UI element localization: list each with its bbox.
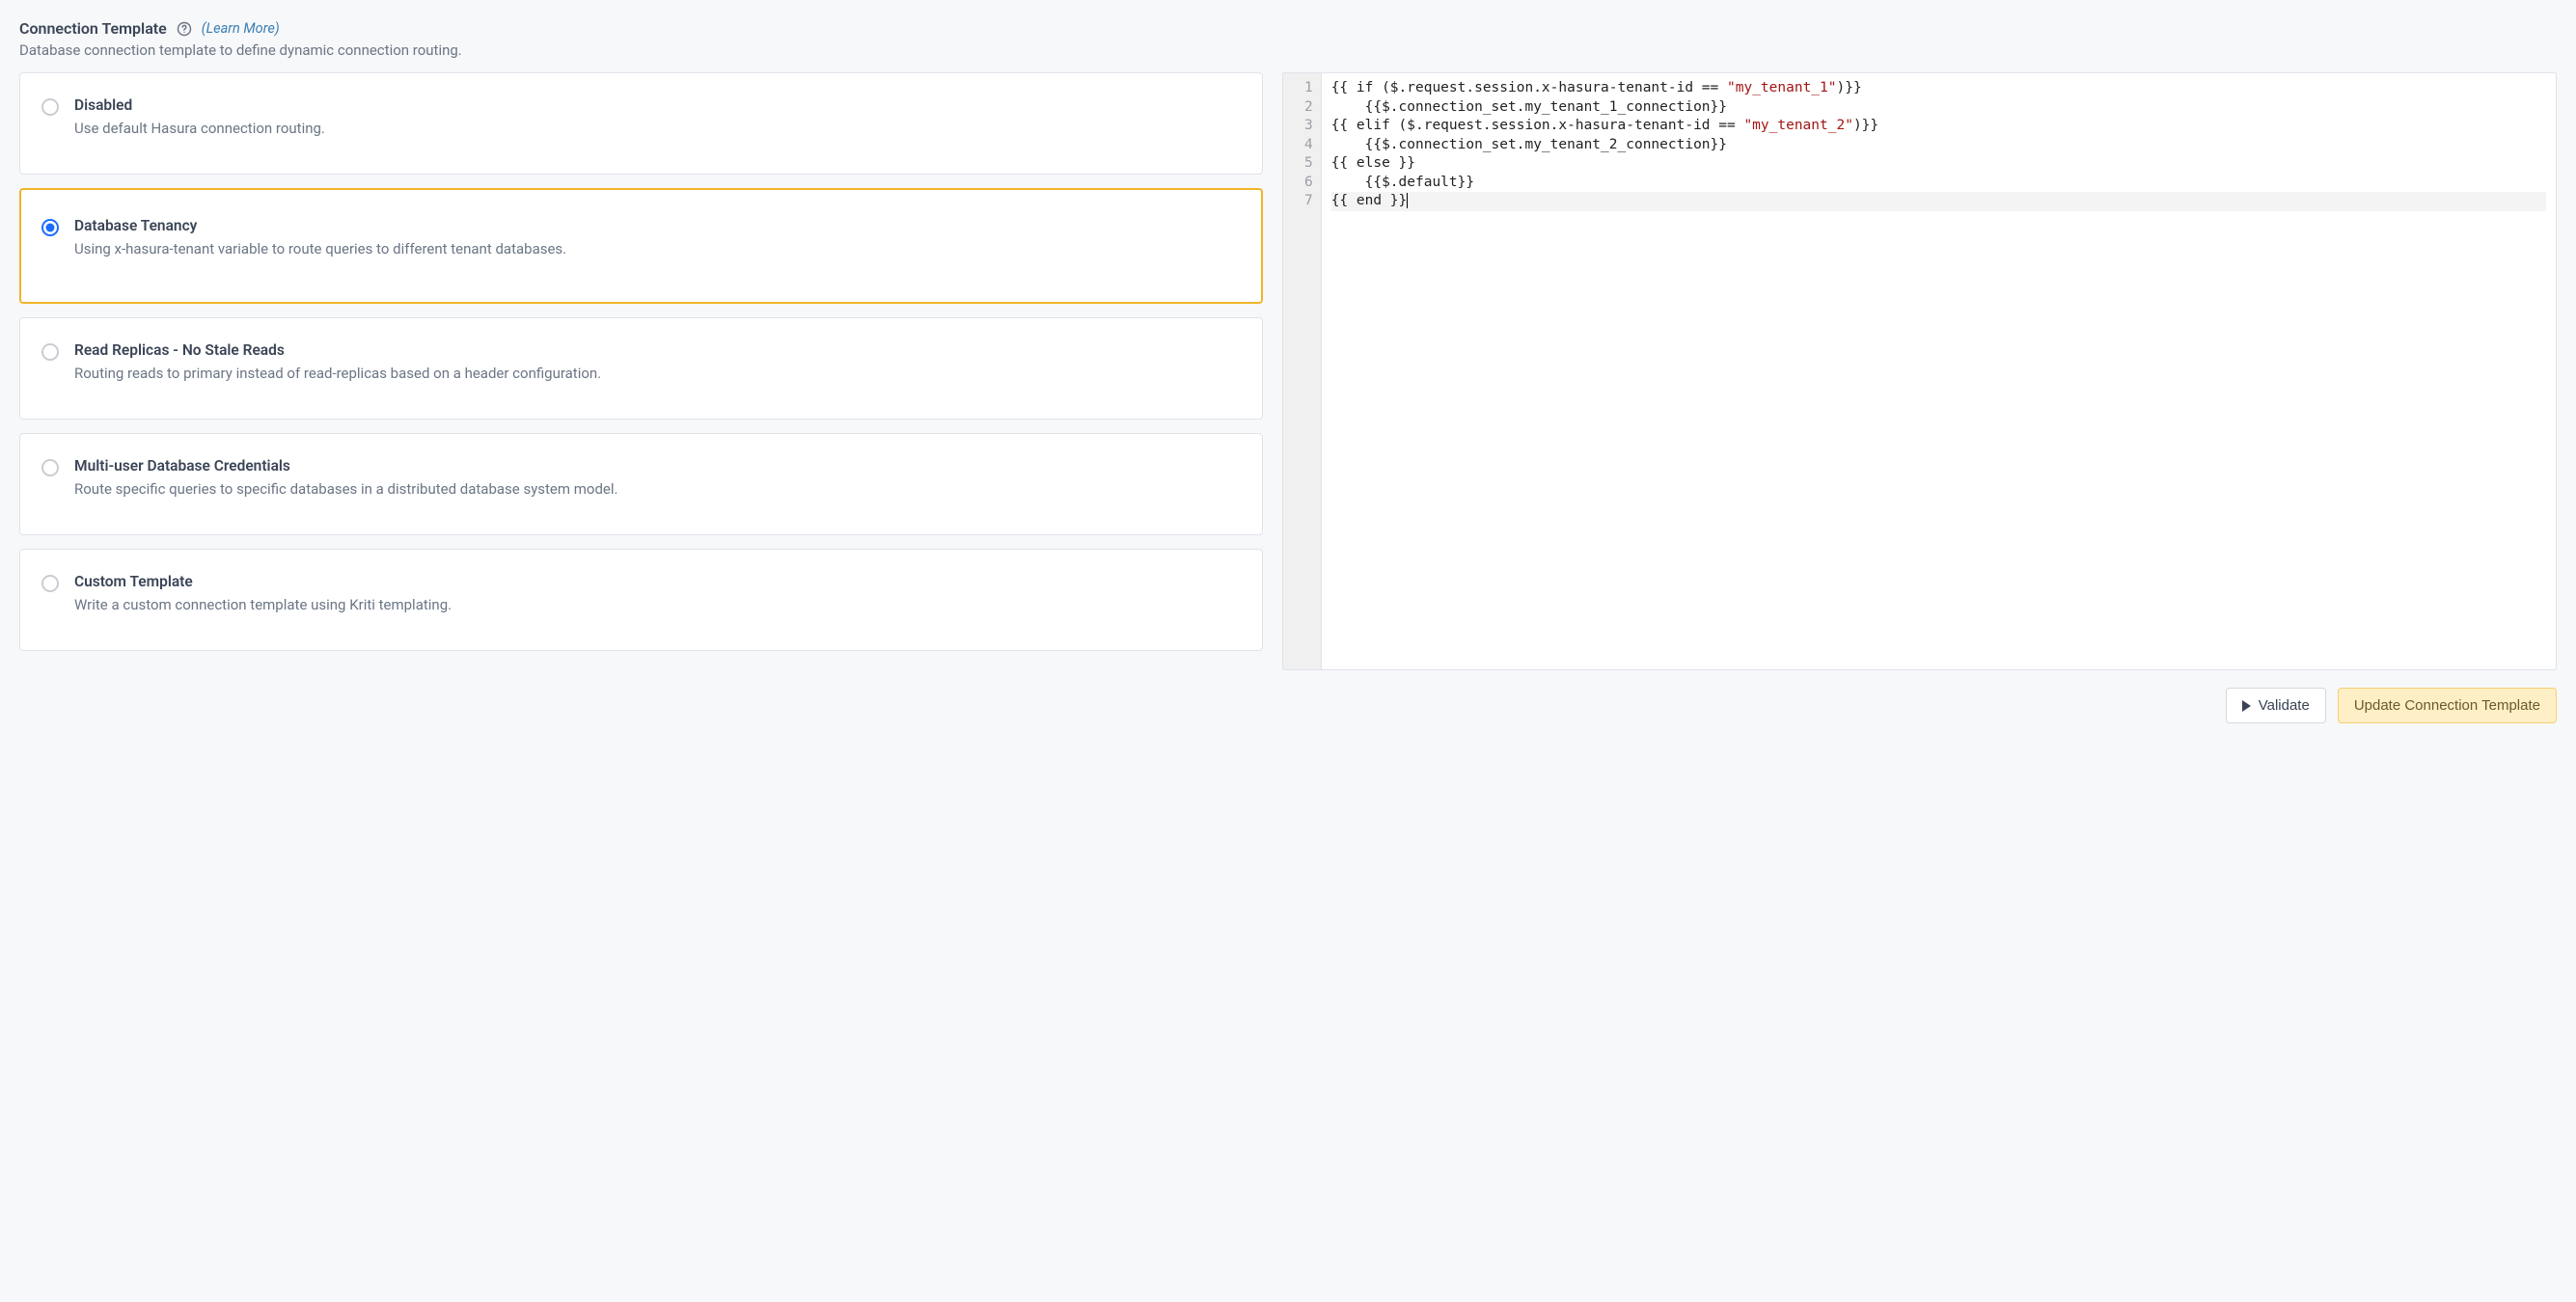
code-line[interactable]: {{ if ($.request.session.x-hasura-tenant… [1331, 79, 2546, 98]
option-title: Multi-user Database Credentials [74, 457, 1241, 475]
option-description: Use default Hasura connection routing. [74, 120, 1241, 137]
option-title: Read Replicas - No Stale Reads [74, 341, 1241, 359]
code-line[interactable]: {{$.connection_set.my_tenant_2_connectio… [1331, 136, 2546, 155]
radio-read-replicas[interactable] [41, 343, 59, 361]
update-connection-template-button[interactable]: Update Connection Template [2338, 688, 2557, 723]
validate-button[interactable]: Validate [2226, 688, 2326, 723]
code-line[interactable]: {{ else }} [1331, 154, 2546, 174]
radio-database-tenancy[interactable] [41, 219, 59, 236]
option-database-tenancy[interactable]: Database Tenancy Using x-hasura-tenant va… [19, 188, 1263, 304]
code-line[interactable]: {{ end }} [1331, 192, 2546, 211]
code-line[interactable]: {{$.connection_set.my_tenant_1_connectio… [1331, 98, 2546, 118]
option-title: Custom Template [74, 573, 1241, 590]
option-multi-user[interactable]: Multi-user Database Credentials Route spe… [19, 433, 1263, 535]
option-description: Route specific queries to specific datab… [74, 480, 1241, 498]
code-line[interactable]: {{$.default}} [1331, 174, 2546, 193]
code-line[interactable]: {{ elif ($.request.session.x-hasura-tena… [1331, 117, 2546, 136]
options-list: Disabled Use default Hasura connection ro… [19, 72, 1263, 670]
validate-button-label: Validate [2259, 697, 2310, 714]
update-button-label: Update Connection Template [2354, 697, 2540, 714]
radio-multi-user[interactable] [41, 459, 59, 476]
option-custom[interactable]: Custom Template Write a custom connection… [19, 549, 1263, 651]
option-title: Database Tenancy [74, 217, 1241, 234]
code-editor[interactable]: 1234567 {{ if ($.request.session.x-hasur… [1282, 72, 2557, 670]
option-title: Disabled [74, 96, 1241, 114]
learn-more-link[interactable]: (Learn More) [202, 20, 280, 37]
option-description: Routing reads to primary instead of read… [74, 365, 1241, 382]
radio-custom[interactable] [41, 575, 59, 592]
help-icon[interactable] [177, 21, 192, 37]
play-icon [2242, 700, 2251, 712]
option-description: Write a custom connection template using… [74, 596, 1241, 613]
option-disabled[interactable]: Disabled Use default Hasura connection ro… [19, 72, 1263, 175]
option-description: Using x-hasura-tenant variable to route … [74, 240, 1241, 258]
radio-disabled[interactable] [41, 98, 59, 116]
section-description: Database connection template to define d… [19, 41, 2557, 59]
option-read-replicas[interactable]: Read Replicas - No Stale Reads Routing re… [19, 317, 1263, 420]
section-title: Connection Template [19, 19, 167, 38]
